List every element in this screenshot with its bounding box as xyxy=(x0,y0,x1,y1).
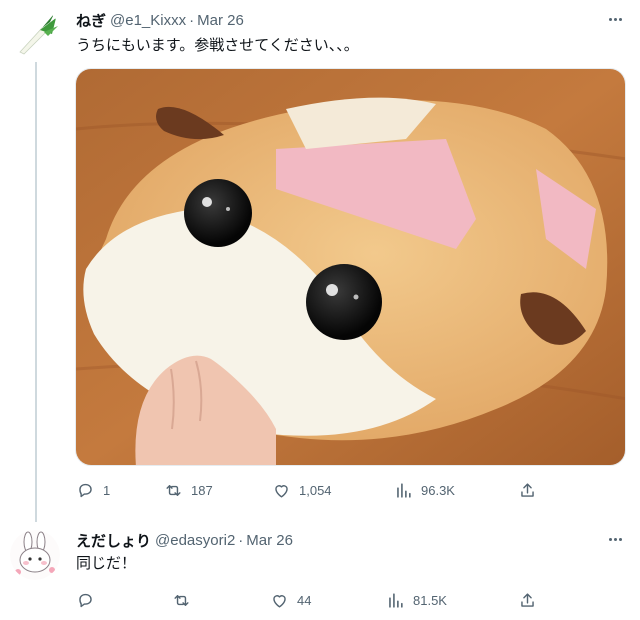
display-name[interactable]: えだしょり xyxy=(76,530,151,551)
separator-dot: · xyxy=(238,531,244,549)
share-button[interactable] xyxy=(518,588,537,612)
more-options-icon[interactable] xyxy=(604,528,626,550)
share-button[interactable] xyxy=(518,478,537,502)
user-handle[interactable]: @e1_Kixxx xyxy=(110,12,186,29)
reply-icon xyxy=(79,483,92,497)
view-count: 96.3K xyxy=(421,482,455,498)
display-name[interactable]: ねぎ xyxy=(76,10,106,31)
retweet-button[interactable]: 187 xyxy=(164,478,213,502)
tweet-actions: 44 81.5K xyxy=(76,588,546,612)
reply-button[interactable] xyxy=(76,588,103,612)
like-count: 1,054 xyxy=(299,482,332,498)
tweet[interactable]: ねぎ @e1_Kixxx · Mar 26 うちにもいます。参戦させてください、… xyxy=(0,0,640,516)
retweet-icon xyxy=(174,594,189,606)
views-chart-icon xyxy=(397,482,411,498)
share-icon xyxy=(521,482,534,497)
views-chart-icon xyxy=(389,592,403,608)
heart-icon xyxy=(273,594,286,608)
tweet-date[interactable]: Mar 26 xyxy=(197,12,244,29)
tweet-header: えだしょり @edasyori2 · Mar 26 xyxy=(76,530,293,550)
user-handle[interactable]: @edasyori2 xyxy=(155,532,235,549)
share-icon xyxy=(521,592,534,607)
like-button[interactable]: 1,054 xyxy=(272,478,332,502)
tweet-text: 同じだ！ xyxy=(76,555,137,572)
tweet-header: ねぎ @e1_Kixxx · Mar 26 xyxy=(76,10,244,30)
tweet-date[interactable]: Mar 26 xyxy=(246,532,293,549)
retweet-count: 187 xyxy=(191,482,213,498)
reply-button[interactable]: 1 xyxy=(76,478,110,502)
view-count: 81.5K xyxy=(413,592,447,608)
bunny-avatar-icon[interactable] xyxy=(10,530,60,580)
views-button[interactable]: 96.3K xyxy=(394,478,455,502)
views-button[interactable]: 81.5K xyxy=(386,588,447,612)
tweet-text: うちにもいます。参戦させてください、、。 xyxy=(76,37,359,54)
retweet-icon xyxy=(166,484,181,496)
tweet[interactable]: えだしょり @edasyori2 · Mar 26 同じだ！ 44 81.5K xyxy=(0,516,640,620)
plush-photo-illustration xyxy=(76,69,625,465)
tweet-photo[interactable] xyxy=(75,68,626,466)
leek-avatar-icon[interactable] xyxy=(10,8,60,58)
separator-dot: · xyxy=(189,11,195,29)
like-button[interactable]: 44 xyxy=(270,588,311,612)
reply-count: 1 xyxy=(103,482,111,498)
tweet-actions: 1 187 1,054 96.3K xyxy=(76,478,546,502)
reply-icon xyxy=(79,593,92,607)
retweet-button[interactable] xyxy=(172,588,199,612)
like-count: 44 xyxy=(297,592,312,608)
heart-icon xyxy=(275,484,288,498)
more-options-icon[interactable] xyxy=(604,8,626,30)
